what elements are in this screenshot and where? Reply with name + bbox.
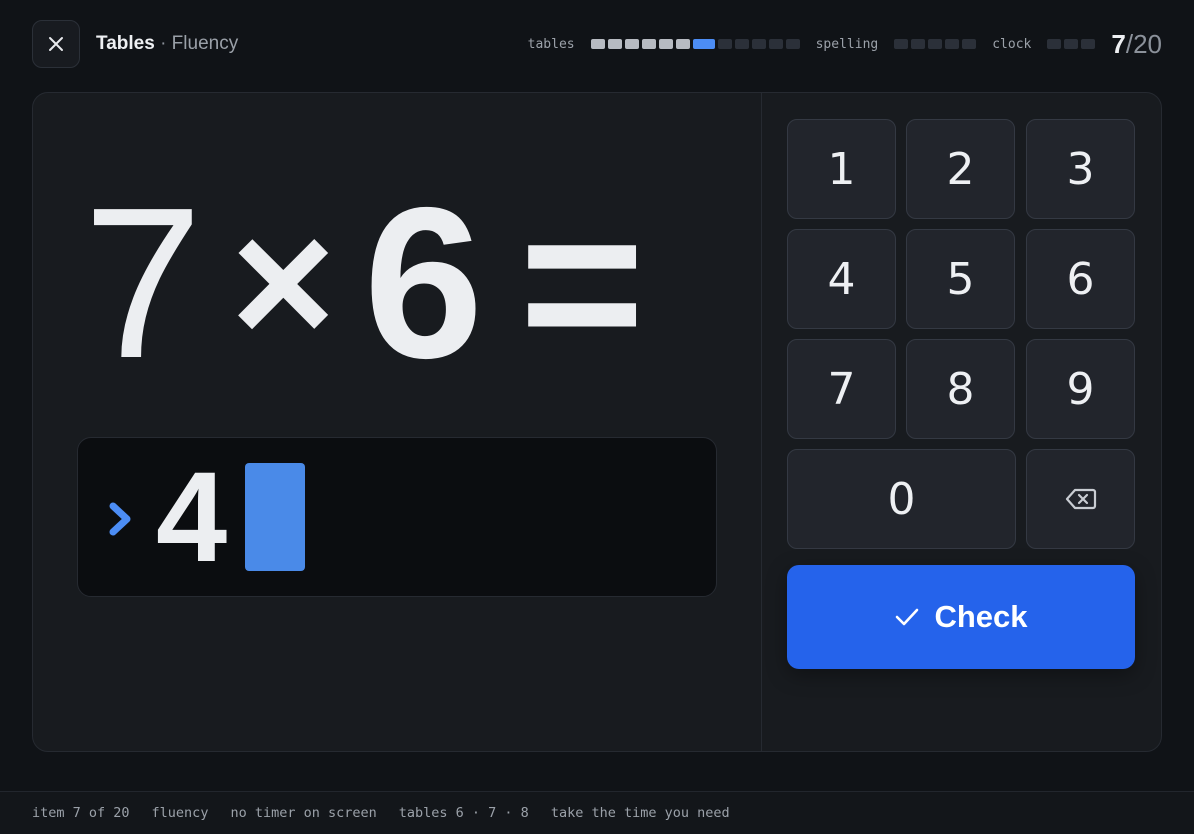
progress-label-tables: tables [527, 36, 575, 52]
title-main: Tables [96, 33, 155, 54]
progress-segment [1081, 39, 1096, 49]
backspace-icon [1065, 488, 1096, 510]
progress-segment [768, 39, 783, 49]
check-label: Check [934, 599, 1028, 634]
progress-segment [962, 39, 977, 49]
progress-tracker: tables spelling clock 7/20 [528, 26, 1162, 62]
counter-total: 20 [1133, 29, 1162, 59]
progress-segment [1047, 39, 1062, 49]
check-button[interactable]: Check [787, 565, 1135, 669]
footer-note: take the time you need [550, 805, 730, 821]
progress-segment [641, 39, 656, 49]
question-card: 7 × 6 = 4 1 2 3 4 5 6 7 8 9 0 Check [32, 92, 1162, 752]
title-separator: · [160, 33, 167, 54]
key-7[interactable]: 7 [787, 339, 896, 439]
chevron-right-icon [109, 502, 131, 536]
key-2[interactable]: 2 [906, 119, 1015, 219]
text-caret [245, 463, 305, 571]
key-1[interactable]: 1 [787, 119, 896, 219]
footer-tables: tables 6 · 7 · 8 [398, 805, 529, 821]
progress-segment [624, 39, 639, 49]
progress-segments-tables [590, 39, 800, 49]
progress-segment [590, 39, 605, 49]
pane-divider [761, 93, 762, 751]
answer-input[interactable]: 4 [77, 437, 717, 597]
page-title: Tables · Fluency [96, 32, 238, 56]
progress-segment [785, 39, 800, 49]
progress-segments-clock [1047, 39, 1096, 49]
checkmark-icon [894, 606, 920, 628]
equation: 7 × 6 = [83, 162, 645, 403]
operand-a: 7 [83, 162, 203, 403]
progress-segment [751, 39, 766, 49]
close-icon [49, 37, 63, 51]
counter-current: 7 [1111, 29, 1126, 59]
key-6[interactable]: 6 [1026, 229, 1135, 329]
key-9[interactable]: 9 [1026, 339, 1135, 439]
progress-segment [928, 39, 943, 49]
progress-segment [1064, 39, 1079, 49]
question-pane: 7 × 6 = 4 [33, 93, 761, 751]
app-root: Tables · Fluency tables spelling clock 7… [0, 0, 1194, 834]
progress-segment [675, 39, 690, 49]
close-button[interactable] [32, 20, 80, 68]
backspace-button[interactable] [1026, 449, 1135, 549]
progress-segment [894, 39, 909, 49]
progress-counter: 7/20 [1111, 29, 1162, 59]
progress-segment [945, 39, 960, 49]
progress-segment [734, 39, 749, 49]
footer-timer: no timer on screen [230, 805, 377, 821]
counter-separator: / [1125, 29, 1134, 59]
operator: × [230, 182, 336, 383]
key-5[interactable]: 5 [906, 229, 1015, 329]
operand-b: 6 [363, 162, 484, 403]
progress-segments-spelling [894, 39, 977, 49]
footer-mode: fluency [151, 805, 209, 821]
key-0[interactable]: 0 [787, 449, 1016, 549]
key-3[interactable]: 3 [1026, 119, 1135, 219]
progress-label-clock: clock [992, 36, 1032, 52]
title-subtitle: Fluency [171, 33, 239, 54]
progress-segment [911, 39, 926, 49]
answer-value: 4 [156, 446, 228, 589]
progress-label-spelling: spelling [815, 36, 879, 52]
footer-item: item 7 of 20 [32, 805, 130, 821]
progress-segment [658, 39, 673, 49]
header: Tables · Fluency tables spelling clock 7… [0, 0, 1194, 88]
status-bar: item 7 of 20 fluency no timer on screen … [0, 791, 1194, 834]
equals-sign: = [519, 162, 645, 403]
key-8[interactable]: 8 [906, 339, 1015, 439]
key-4[interactable]: 4 [787, 229, 896, 329]
progress-segment [717, 39, 732, 49]
progress-segment [692, 39, 715, 49]
progress-segment [607, 39, 622, 49]
